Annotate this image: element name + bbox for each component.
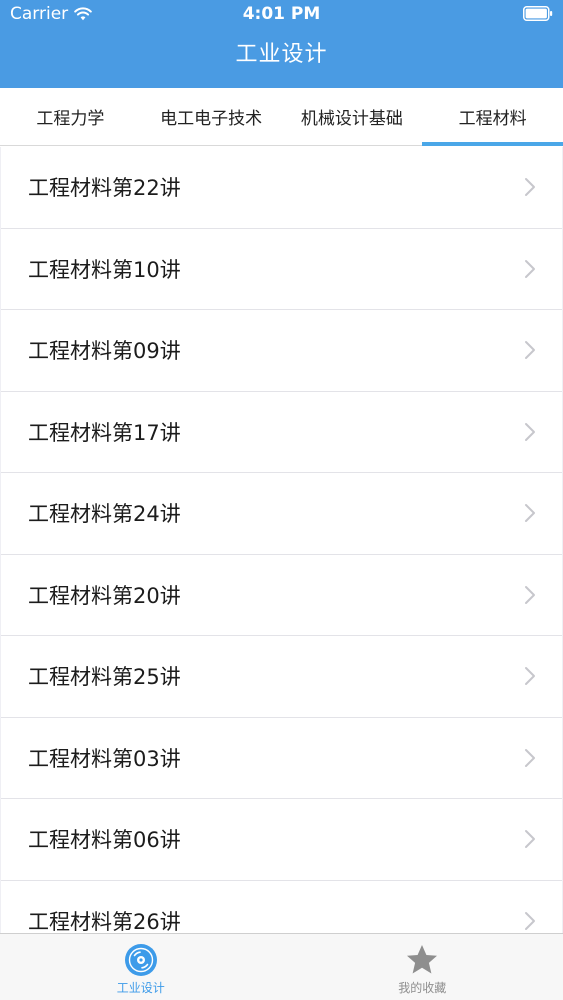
chevron-right-icon [525, 341, 535, 360]
list-item[interactable]: 工程材料第03讲 [1, 717, 562, 799]
disc-icon [124, 944, 157, 976]
tab-engineering-materials[interactable]: 工程材料 [422, 88, 563, 146]
list-item-label: 工程材料第22讲 [28, 176, 181, 201]
list-item-label: 工程材料第20讲 [28, 583, 181, 608]
tab-mechanical-design[interactable]: 机械设计基础 [282, 88, 423, 145]
chevron-right-icon [525, 178, 535, 197]
bottom-tab-bar: 工业设计 我的收藏 [0, 933, 563, 1000]
list-item-label: 工程材料第26讲 [28, 909, 181, 933]
tab-label: 工程力学 [36, 109, 105, 129]
tabbar-label: 我的收藏 [398, 981, 447, 995]
list-item-label: 工程材料第10讲 [28, 257, 181, 282]
list-item-label: 工程材料第09讲 [28, 339, 181, 364]
list-item[interactable]: 工程材料第22讲 [1, 147, 562, 229]
list-item-label: 工程材料第03讲 [28, 746, 181, 771]
list-item[interactable]: 工程材料第24讲 [1, 473, 562, 555]
star-icon [407, 945, 438, 974]
list-item[interactable]: 工程材料第20讲 [1, 554, 562, 636]
tab-label: 机械设计基础 [300, 109, 403, 129]
chevron-right-icon [525, 585, 535, 604]
list-item-label: 工程材料第25讲 [28, 665, 181, 690]
list-item[interactable]: 工程材料第17讲 [1, 391, 562, 473]
tab-label: 工程材料 [458, 109, 527, 129]
list-item-label: 工程材料第06讲 [28, 828, 181, 853]
tab-label: 电工电子技术 [160, 109, 263, 129]
lecture-list[interactable]: 工程材料第22讲 工程材料第10讲 工程材料第09讲 工程材料第17讲 工程材料… [0, 147, 563, 933]
chevron-right-icon [525, 667, 535, 686]
header: Carrier 4:01 PM 工业设计 [0, 0, 563, 88]
list-item[interactable]: 工程材料第10讲 [1, 228, 562, 310]
chevron-right-icon [525, 748, 535, 767]
list-item[interactable]: 工程材料第25讲 [1, 636, 562, 718]
chevron-right-icon [525, 504, 535, 523]
list-item-label: 工程材料第17讲 [28, 420, 181, 445]
list-item-label: 工程材料第24讲 [28, 502, 181, 527]
tab-electrical-electronics[interactable]: 电工电子技术 [141, 88, 282, 145]
status-time: 4:01 PM [242, 4, 321, 24]
tabbar-label: 工业设计 [116, 981, 165, 995]
chevron-right-icon [525, 422, 535, 441]
list-item[interactable]: 工程材料第26讲 [1, 880, 562, 933]
tab-engineering-mechanics[interactable]: 工程力学 [0, 88, 141, 145]
page-title: 工业设计 [235, 42, 328, 67]
tabbar-item-industrial-design[interactable]: 工业设计 [0, 934, 282, 1000]
list-item[interactable]: 工程材料第09讲 [1, 310, 562, 392]
chevron-right-icon [525, 259, 535, 278]
battery-icon [523, 6, 553, 21]
chevron-right-icon [525, 911, 535, 930]
app-screen: Carrier 4:01 PM 工业设计 工程力学 电工电子技术 机械设计基础 … [0, 0, 563, 1000]
tabbar-item-favorites[interactable]: 我的收藏 [282, 934, 563, 1000]
list-item[interactable]: 工程材料第06讲 [1, 799, 562, 881]
chevron-right-icon [525, 830, 535, 849]
status-bar: Carrier 4:01 PM [0, 0, 563, 28]
category-tabs: 工程力学 电工电子技术 机械设计基础 工程材料 [0, 88, 563, 146]
